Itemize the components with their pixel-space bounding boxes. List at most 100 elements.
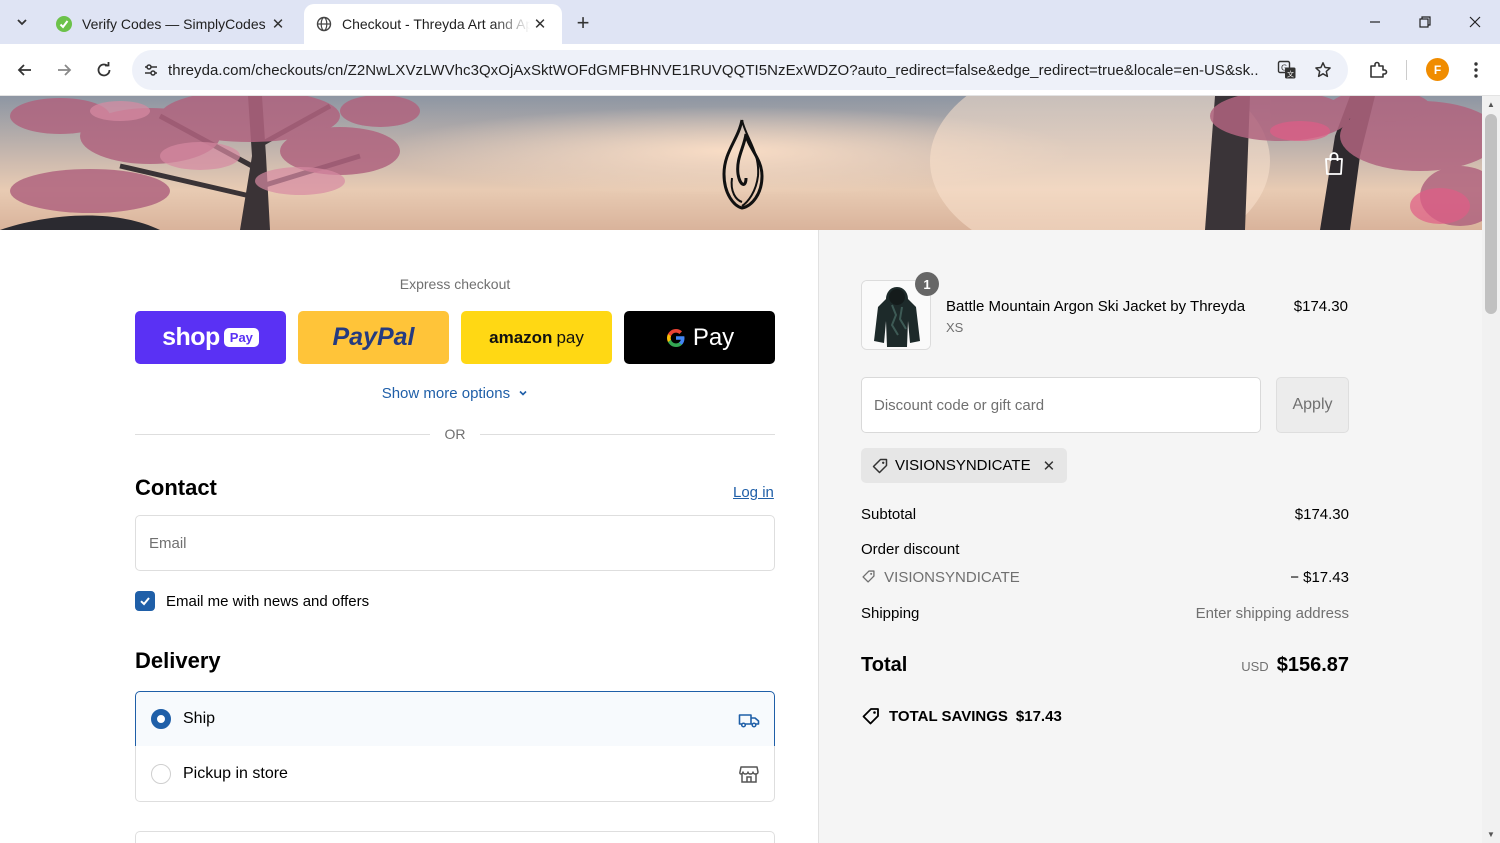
shipping-label: Shipping [861,605,920,622]
shopping-bag-icon[interactable] [1322,150,1346,176]
discount-amount: − $17.43 [1290,569,1349,586]
close-tab-icon[interactable]: ✕ [530,14,550,34]
product-name: Battle Mountain Argon Ski Jacket by Thre… [946,298,1246,315]
address-bar[interactable]: threyda.com/checkouts/cn/Z2NwLXVzLWVhc3Q… [132,50,1348,90]
checkout-form: Express checkout shop Pay PayPal amazon … [0,230,818,843]
browser-toolbar: threyda.com/checkouts/cn/Z2NwLXVzLWVhc3Q… [0,44,1500,96]
scroll-up-arrow-icon[interactable]: ▲ [1486,100,1496,109]
google-pay-button[interactable]: Pay [624,311,775,364]
pickup-label: Pickup in store [183,764,288,782]
amazon-pay-suffix: pay [556,327,584,347]
translate-icon[interactable]: G文 [1270,50,1304,90]
discount-placeholder: Discount code or gift card [874,396,1045,414]
new-tab-button[interactable]: + [570,10,596,36]
store-icon [739,766,759,783]
tag-icon [862,570,875,583]
quantity-badge: 1 [915,272,939,296]
ship-label: Ship [183,710,216,727]
chevron-down-icon [17,19,27,26]
discount-code-input[interactable]: Discount code or gift card [861,377,1261,433]
simplycodes-favicon [56,16,72,32]
discount-code-row: VISIONSYNDICATE − $17.43 [861,569,1349,586]
site-settings-icon[interactable] [134,50,168,90]
applied-code: VISIONSYNDICATE [895,457,1031,474]
page-scrollbar[interactable]: ▲ ▼ [1482,96,1500,843]
chevron-down-icon [519,390,527,396]
apply-button[interactable]: Apply [1276,377,1349,433]
newsletter-label: Email me with news and offers [166,592,370,610]
google-pay-suffix: Pay [692,323,735,351]
order-discount-label: Order discount [861,541,960,558]
email-placeholder: Email [149,534,187,552]
amazon-pay-button[interactable]: amazon pay [461,311,612,364]
shop-pay-badge: Pay [223,328,259,347]
delivery-heading: Delivery [135,648,221,673]
tab-strip: Verify Codes — SimplyCodes ✕ Checkout - … [0,0,1500,44]
scroll-down-arrow-icon[interactable]: ▼ [1486,830,1496,839]
paypal-wordmark: PayPal [332,323,415,351]
arrow-left-icon [17,64,31,76]
paypal-button[interactable]: PayPal [298,311,449,364]
bookmark-star-icon[interactable] [1306,50,1340,90]
shop-pay-button[interactable]: shop Pay [135,311,286,364]
currency-code: USD [1241,659,1269,674]
total-amount: $156.87 [1276,654,1349,676]
order-summary: 1 Battle Mountain Argon Ski Jacket by Th… [818,230,1482,843]
newsletter-option[interactable]: Email me with news and offers [135,591,369,611]
minimize-icon [1370,21,1380,23]
order-discount-row: Order discount [861,541,1349,558]
toolbar-divider [1406,60,1407,80]
google-g-icon [666,328,685,347]
threyda-logo[interactable] [716,118,768,210]
or-divider: OR [135,426,775,444]
discount-code-label: VISIONSYNDICATE [884,569,1020,586]
kebab-menu-icon [1474,62,1478,78]
tab-search-button[interactable] [8,8,36,36]
product-variant: XS [946,320,964,335]
subtotal-label: Subtotal [861,506,917,523]
pickup-radio[interactable] [151,763,171,784]
close-window-button[interactable] [1450,0,1500,44]
globe-icon [316,16,332,32]
newsletter-checkbox[interactable] [135,591,155,611]
store-header-banner [0,96,1482,230]
savings-amount: $17.43 [1015,707,1062,725]
restore-button[interactable] [1400,0,1450,44]
tab-title: Verify Codes — SimplyCodes [82,16,266,32]
scrollbar-thumb[interactable] [1485,114,1497,314]
puzzle-icon [1370,61,1388,78]
subtotal-value: $174.30 [1294,506,1349,523]
extensions-button[interactable] [1362,54,1394,86]
ship-option[interactable]: Ship [135,691,775,747]
applied-discount-chip: VISIONSYNDICATE ✕ [861,448,1068,483]
total-row: Total USD $156.87 [861,654,1349,682]
show-more-options-link[interactable]: Show more options [135,385,775,402]
email-field[interactable]: Email [135,515,775,571]
profile-avatar[interactable]: F [1426,58,1449,81]
total-value: USD $156.87 [1241,654,1349,677]
page-viewport: Express checkout shop Pay PayPal amazon … [0,96,1482,843]
close-tab-icon[interactable]: ✕ [268,14,288,34]
reload-button[interactable] [88,54,120,86]
browser-menu-button[interactable] [1460,54,1492,86]
total-label: Total [861,654,908,676]
tag-icon [872,458,888,473]
login-link[interactable]: Log in [733,484,774,501]
shop-pay-wordmark: shop [162,323,220,351]
subtotal-row: Subtotal $174.30 [861,506,1349,523]
minimize-button[interactable] [1350,0,1400,44]
tab-simplycodes[interactable]: Verify Codes — SimplyCodes ✕ [44,4,300,44]
pickup-option[interactable]: Pickup in store [135,746,775,802]
ship-radio[interactable] [151,709,171,729]
total-savings: TOTAL SAVINGS $17.43 [861,706,1062,726]
show-more-label: Show more options [381,385,511,402]
savings-label: TOTAL SAVINGS [889,707,1008,725]
tag-icon [862,708,879,725]
forward-button[interactable] [48,54,80,86]
shipping-value: Enter shipping address [1195,605,1349,622]
tab-checkout[interactable]: Checkout - Threyda Art and Apparel ✕ [304,4,562,44]
back-button[interactable] [9,54,41,86]
product-price: $174.30 [1293,298,1348,315]
express-checkout-label: Express checkout [399,276,511,292]
remove-discount-icon[interactable]: ✕ [1043,457,1056,475]
